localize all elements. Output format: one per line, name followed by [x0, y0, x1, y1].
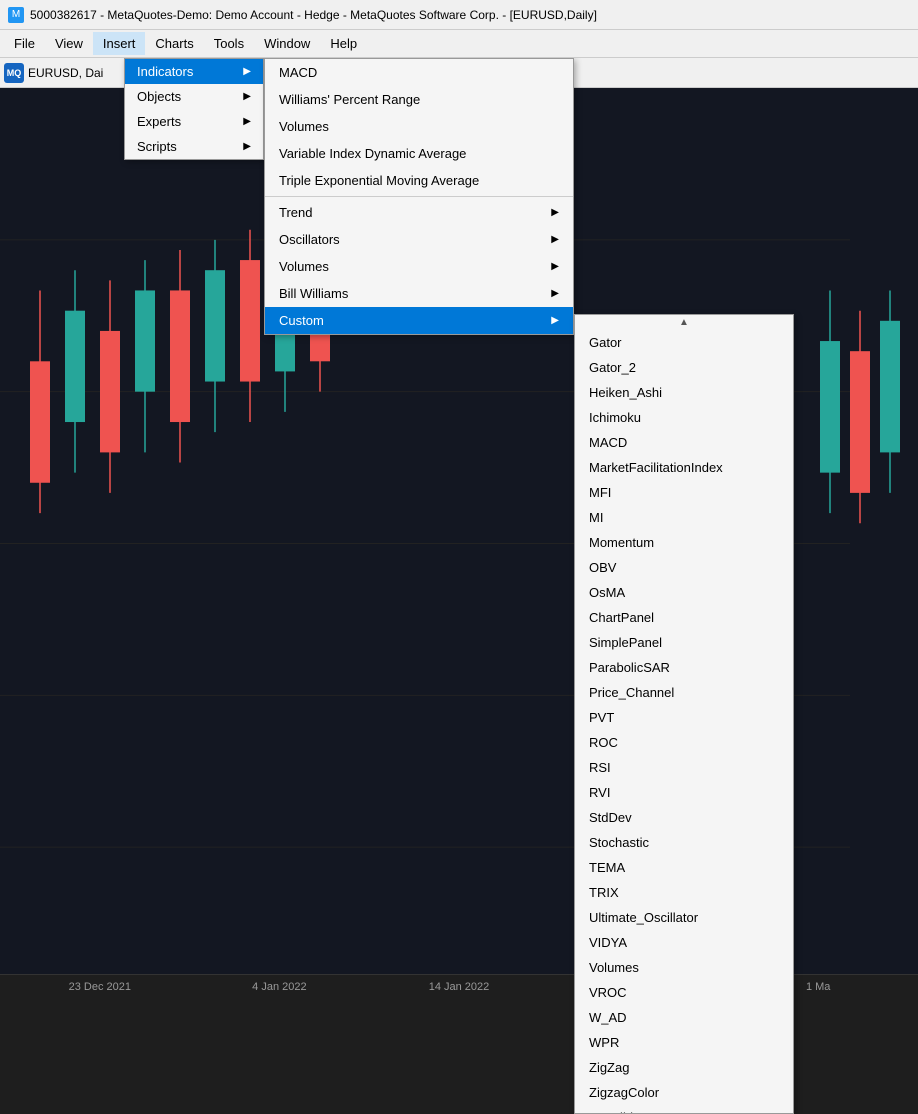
custom-wpr[interactable]: WPR — [575, 1030, 793, 1055]
custom-w-ad[interactable]: W_AD — [575, 1005, 793, 1030]
menu-insert[interactable]: Insert — [93, 32, 146, 55]
indicator-oscillators[interactable]: Oscillators ▶ — [265, 226, 573, 253]
indicator-volumes[interactable]: Volumes — [265, 113, 573, 140]
menu-bar: File View Insert Charts Tools Window Hel… — [0, 30, 918, 58]
menu-insert-indicators[interactable]: Indicators ▶ — [125, 59, 263, 84]
custom-osma[interactable]: OsMA — [575, 580, 793, 605]
title-text: 5000382617 - MetaQuotes-Demo: Demo Accou… — [30, 8, 597, 22]
custom-zigzagcolor[interactable]: ZigzagColor — [575, 1080, 793, 1105]
custom-tema[interactable]: TEMA — [575, 855, 793, 880]
custom-stddev[interactable]: StdDev — [575, 805, 793, 830]
menu-custom-dropdown: ▲ Gator Gator_2 Heiken_Ashi Ichimoku MAC… — [574, 314, 794, 1114]
arrow-icon: ▶ — [551, 315, 559, 326]
custom-heiken-ashi[interactable]: Heiken_Ashi — [575, 380, 793, 405]
menu-insert-scripts[interactable]: Scripts ▶ — [125, 134, 263, 159]
custom-gator[interactable]: Gator — [575, 330, 793, 355]
indicator-custom[interactable]: Custom ▶ — [265, 307, 573, 334]
app-icon: M — [8, 7, 24, 23]
menu-file[interactable]: File — [4, 32, 45, 55]
custom-volumes[interactable]: Volumes — [575, 955, 793, 980]
menu-view[interactable]: View — [45, 32, 93, 55]
arrow-icon: ▶ — [243, 66, 251, 77]
arrow-icon: ▶ — [551, 207, 559, 218]
custom-ultimate-oscillator[interactable]: Ultimate_Oscillator — [575, 905, 793, 930]
custom-ichimoku[interactable]: Ichimoku — [575, 405, 793, 430]
custom-gator-2[interactable]: Gator_2 — [575, 355, 793, 380]
custom-mi[interactable]: MI — [575, 505, 793, 530]
arrow-icon: ▶ — [551, 234, 559, 245]
custom-vroc[interactable]: VROC — [575, 980, 793, 1005]
custom-macd[interactable]: MACD — [575, 430, 793, 455]
custom-stochastic[interactable]: Stochastic — [575, 830, 793, 855]
indicator-bill-williams[interactable]: Bill Williams ▶ — [265, 280, 573, 307]
toolbar-symbol: EURUSD, Dai — [28, 66, 103, 80]
arrow-icon: ▶ — [243, 141, 251, 152]
timeline-label-1: 4 Jan 2022 — [190, 981, 370, 993]
menu-help[interactable]: Help — [320, 32, 367, 55]
timeline-label-0: 23 Dec 2021 — [10, 981, 190, 993]
custom-ma-ribbon[interactable]: MA_ribbon_1.1 — [575, 1105, 793, 1114]
custom-vidya[interactable]: VIDYA — [575, 930, 793, 955]
custom-chartpanel[interactable]: ChartPanel — [575, 605, 793, 630]
indicator-tema[interactable]: Triple Exponential Moving Average — [265, 167, 573, 194]
menu-insert-dropdown: Indicators ▶ Objects ▶ Experts ▶ Scripts… — [124, 58, 264, 160]
custom-price-channel[interactable]: Price_Channel — [575, 680, 793, 705]
menu-tools[interactable]: Tools — [204, 32, 254, 55]
custom-parabolicsar[interactable]: ParabolicSAR — [575, 655, 793, 680]
menu-divider — [265, 196, 573, 197]
custom-roc[interactable]: ROC — [575, 730, 793, 755]
menu-window[interactable]: Window — [254, 32, 320, 55]
toolbar-logo: MQ — [4, 63, 24, 83]
indicator-trend[interactable]: Trend ▶ — [265, 199, 573, 226]
arrow-icon: ▶ — [551, 288, 559, 299]
custom-rvi[interactable]: RVI — [575, 780, 793, 805]
arrow-icon: ▶ — [243, 116, 251, 127]
indicator-volumes2[interactable]: Volumes ▶ — [265, 253, 573, 280]
custom-zigzag[interactable]: ZigZag — [575, 1055, 793, 1080]
custom-pvt[interactable]: PVT — [575, 705, 793, 730]
arrow-icon: ▶ — [243, 91, 251, 102]
menu-charts[interactable]: Charts — [145, 32, 203, 55]
indicator-macd[interactable]: MACD — [265, 59, 573, 86]
menu-indicators-dropdown: MACD Williams' Percent Range Volumes Var… — [264, 58, 574, 335]
menu-insert-objects[interactable]: Objects ▶ — [125, 84, 263, 109]
custom-simplepanel[interactable]: SimplePanel — [575, 630, 793, 655]
custom-market-facilitation[interactable]: MarketFacilitationIndex — [575, 455, 793, 480]
custom-mfi[interactable]: MFI — [575, 480, 793, 505]
timeline-label-2: 14 Jan 2022 — [369, 981, 549, 993]
indicator-wpr[interactable]: Williams' Percent Range — [265, 86, 573, 113]
custom-rsi[interactable]: RSI — [575, 755, 793, 780]
indicator-vidya[interactable]: Variable Index Dynamic Average — [265, 140, 573, 167]
custom-trix[interactable]: TRIX — [575, 880, 793, 905]
title-bar: M 5000382617 - MetaQuotes-Demo: Demo Acc… — [0, 0, 918, 30]
custom-momentum[interactable]: Momentum — [575, 530, 793, 555]
custom-obv[interactable]: OBV — [575, 555, 793, 580]
scroll-up-button[interactable]: ▲ — [575, 315, 793, 330]
arrow-icon: ▶ — [551, 261, 559, 272]
menu-insert-experts[interactable]: Experts ▶ — [125, 109, 263, 134]
